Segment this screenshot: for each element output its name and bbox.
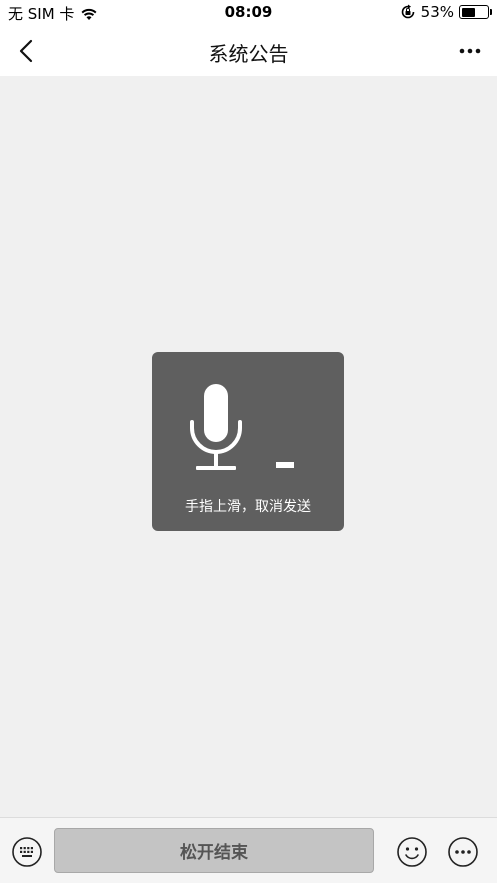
input-bar: 松开结束 (0, 817, 497, 883)
battery-percent: 53% (420, 3, 454, 21)
volume-level-icon (276, 462, 294, 468)
microphone-icon (190, 384, 242, 470)
more-horizontal-icon[interactable] (457, 38, 483, 64)
page-title: 系统公告 (208, 42, 289, 66)
hold-to-talk-button[interactable]: 松开结束 (54, 828, 374, 873)
emoji-icon[interactable] (396, 836, 428, 868)
status-bar: 无 SIM 卡 08:09 53% (0, 0, 497, 26)
battery-icon (459, 5, 492, 19)
status-right: 53% (400, 3, 492, 21)
more-circle-icon[interactable] (447, 836, 479, 868)
voice-recording-hud: 手指上滑，取消发送 (152, 352, 344, 531)
keyboard-icon[interactable] (11, 836, 43, 868)
battery-fill (461, 7, 475, 17)
cancel-hint: 手指上滑，取消发送 (185, 499, 311, 515)
rotation-lock-icon (401, 4, 414, 19)
nav-bar: 系统公告 (0, 26, 497, 76)
